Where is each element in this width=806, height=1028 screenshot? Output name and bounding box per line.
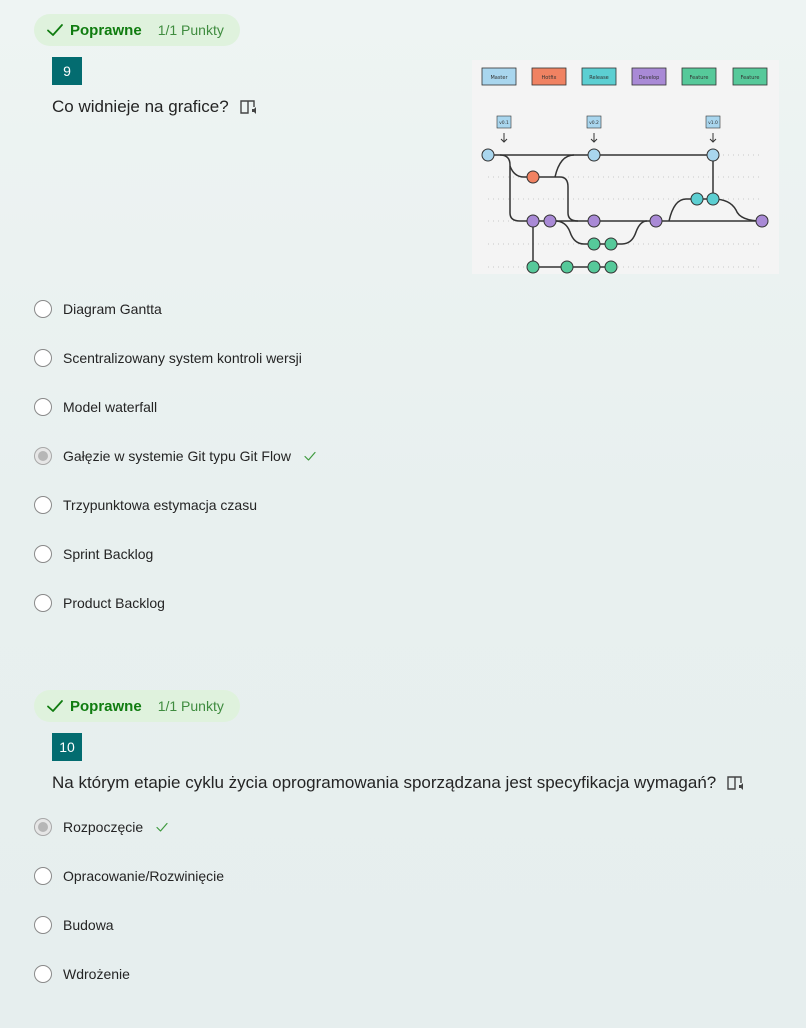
answer-option[interactable]: Budowa [34,914,114,936]
commit-master [481,148,495,162]
tag-v01-label: v0.1 [499,120,509,126]
answer-option[interactable]: Product Backlog [34,592,165,614]
correct-answer-check-icon [304,451,316,461]
option-label: Scentralizowany system kontroli wersji [63,350,302,366]
radio-button[interactable] [34,300,52,318]
legend-master-label: Master [490,75,508,81]
radio-button[interactable] [34,545,52,563]
option-label: Wdrożenie [63,966,130,982]
legend-feature-1-label: Feature [690,75,709,81]
checkmark-icon [47,700,63,712]
commit-feature [526,260,540,274]
correct-badge: Poprawne 1/1 Punkty [34,14,240,46]
radio-button[interactable] [34,594,52,612]
points-label: 1/1 Punkty [157,22,224,38]
option-label: Sprint Backlog [63,546,154,562]
legend-hotfix-label: Hotfix [542,75,557,81]
correct-answer-check-icon [156,822,168,832]
legend-release-label: Release [589,75,609,81]
commit-feature [587,260,601,274]
git-flow-diagram: Master Hotfix Release Develop Feature Fe… [481,67,769,274]
legend-develop-label: Develop [639,75,660,81]
answer-option-selected[interactable]: Rozpoczęcie [34,816,169,838]
radio-button[interactable] [34,349,52,367]
tag-arrows [500,133,717,143]
question-label: Co widnieje na grafice? [52,97,229,116]
answer-option[interactable]: Sprint Backlog [34,543,153,565]
commit-master [706,148,720,162]
answer-option[interactable]: Trzypunktowa estymacja czasu [34,494,257,516]
answer-option[interactable]: Opracowanie/Rozwinięcie [34,865,224,887]
legend-feature-2-label: Feature [741,75,760,81]
branch-lines [488,154,763,268]
option-label: Rozpoczęcie [63,819,144,835]
commit-release [706,192,720,206]
radio-button-selected[interactable] [34,447,52,465]
commit-feature [560,260,574,274]
radio-button-selected[interactable] [34,818,52,836]
checkmark-icon [47,24,63,36]
answer-option[interactable]: Scentralizowany system kontroli wersji [34,347,302,369]
option-label: Model waterfall [63,399,158,415]
option-label: Budowa [63,917,114,933]
option-label: Gałęzie w systemie Git typu Git Flow [63,448,291,464]
immersive-reader-icon[interactable] [239,98,259,116]
commit-feature [587,237,601,251]
commit-feature [604,260,618,274]
question-text: Na którym etapie cyklu życia oprogramowa… [52,773,746,793]
option-label: Product Backlog [63,595,165,611]
commit-develop [587,214,601,228]
commit-develop [755,214,769,228]
question-label: Na którym etapie cyklu życia oprogramowa… [52,773,717,792]
commit-feature [604,237,618,251]
radio-button[interactable] [34,496,52,514]
commit-develop [543,214,557,228]
status-label: Poprawne [70,697,142,715]
commit-hotfix [526,170,540,184]
commits [481,148,769,274]
radio-button[interactable] [34,965,52,983]
answer-option[interactable]: Wdrożenie [34,963,130,985]
option-label: Diagram Gantta [63,301,162,317]
lane-guides [488,154,762,268]
radio-button[interactable] [34,398,52,416]
answer-option[interactable]: Diagram Gantta [34,298,162,320]
tag-v10-label: v1.0 [708,120,718,126]
answer-option[interactable]: Model waterfall [34,396,157,418]
status-label: Poprawne [70,21,142,39]
immersive-reader-icon[interactable] [726,774,746,792]
commit-develop [649,214,663,228]
correct-badge: Poprawne 1/1 Punkty [34,690,240,722]
question-number: 9 [52,57,82,85]
tag-v02-label: v0.2 [589,120,599,126]
radio-button[interactable] [34,867,52,885]
option-label: Trzypunktowa estymacja czasu [63,497,257,513]
question-text: Co widnieje na grafice? [52,97,259,117]
question-number: 10 [52,733,82,761]
git-flow-graphic: Master Hotfix Release Develop Feature Fe… [472,60,779,274]
option-label: Opracowanie/Rozwinięcie [63,868,225,884]
commit-develop [526,214,540,228]
commit-master [587,148,601,162]
commit-release [690,192,704,206]
answer-option-selected[interactable]: Gałęzie w systemie Git typu Git Flow [34,445,317,467]
radio-button[interactable] [34,916,52,934]
points-label: 1/1 Punkty [157,698,224,714]
